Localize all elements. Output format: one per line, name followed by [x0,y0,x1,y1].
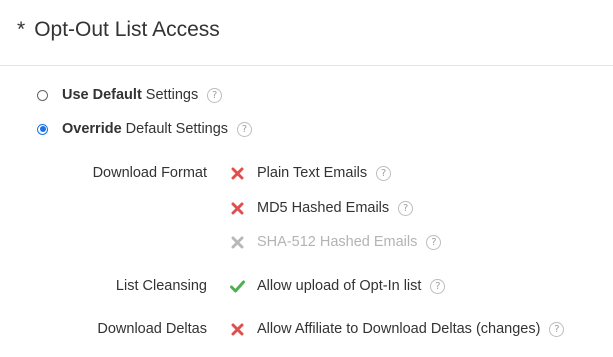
section-header: * Opt-Out List Access [0,0,613,66]
plain-text-emails-option[interactable]: Plain Text Emails ? [230,163,392,183]
list-cleansing-label: List Cleansing [115,278,207,294]
plain-text-emails-label: Plain Text Emails [257,165,368,181]
help-icon[interactable]: ? [549,321,565,337]
x-icon[interactable] [230,166,245,181]
help-icon[interactable]: ? [426,234,442,250]
use-default-option[interactable]: Use Default Settings ? [37,85,223,105]
allow-affiliate-deltas-label: Allow Affiliate to Download Deltas (chan… [257,321,541,337]
check-icon[interactable] [230,279,245,294]
download-deltas-label: Download Deltas [97,321,207,337]
md5-hashed-emails-label: MD5 Hashed Emails [257,200,390,216]
sha512-hashed-emails-label: SHA-512 Hashed Emails [257,234,418,250]
required-asterisk: * [17,18,26,41]
allow-optin-upload-option[interactable]: Allow upload of Opt-In list ? [230,276,446,296]
x-icon[interactable] [230,201,245,216]
help-icon[interactable]: ? [430,278,446,294]
override-label[interactable]: Override Default Settings [62,121,228,137]
section-title-text: Opt-Out List Access [34,18,220,41]
use-default-label[interactable]: Use Default Settings [62,87,198,103]
help-icon[interactable]: ? [398,200,414,216]
md5-hashed-emails-option[interactable]: MD5 Hashed Emails ? [230,198,414,218]
override-radio[interactable] [37,123,48,135]
allow-optin-upload-label: Allow upload of Opt-In list [257,278,422,294]
use-default-radio[interactable] [37,89,48,101]
opt-out-list-access-panel: * Opt-Out List Access Use Default Setting… [0,0,613,357]
help-icon[interactable]: ? [376,165,392,181]
download-format-label: Download Format [92,165,207,181]
help-icon[interactable]: ? [237,121,253,137]
allow-affiliate-deltas-option[interactable]: Allow Affiliate to Download Deltas (chan… [230,319,565,339]
override-option[interactable]: Override Default Settings ? [37,119,253,139]
section-title: * Opt-Out List Access [17,18,220,42]
x-icon [230,235,245,250]
sha512-hashed-emails-option: SHA-512 Hashed Emails ? [230,232,442,252]
help-icon[interactable]: ? [207,87,223,103]
x-icon[interactable] [230,322,245,337]
